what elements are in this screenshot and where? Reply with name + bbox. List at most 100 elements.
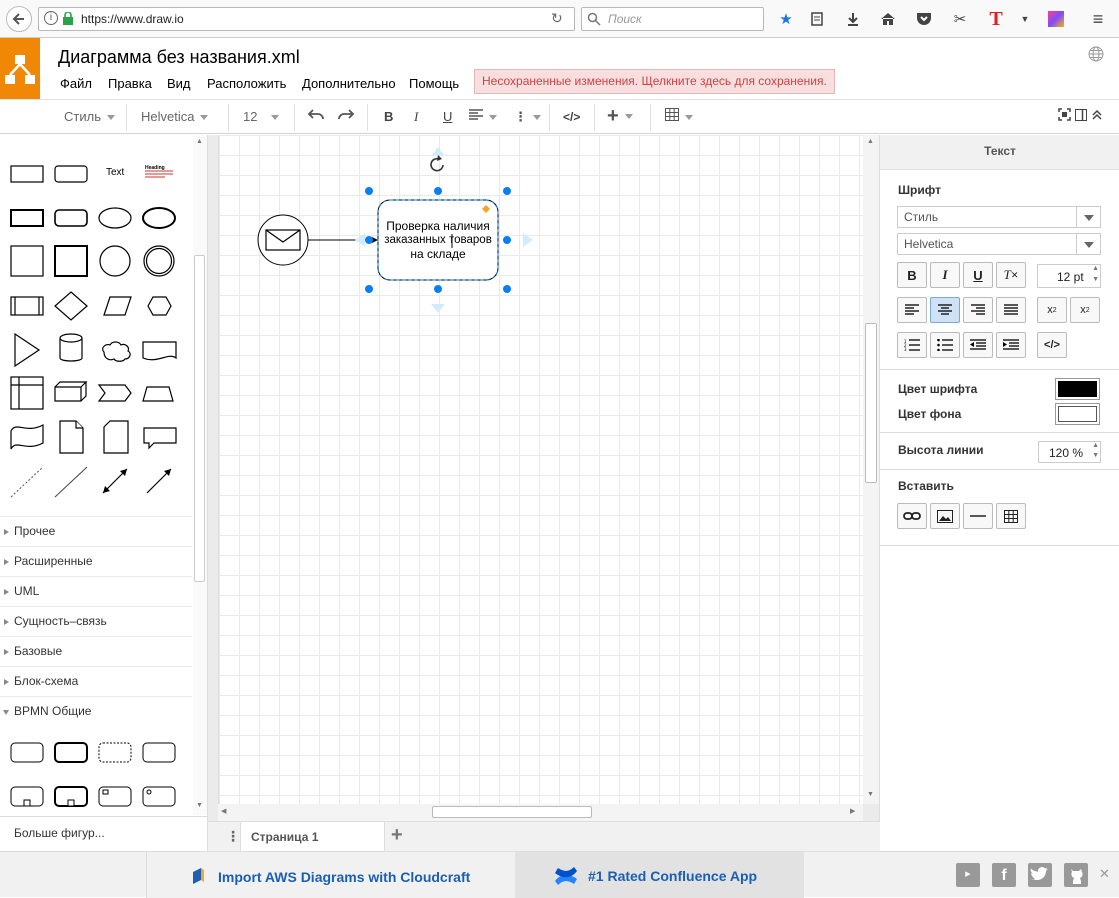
url-bar[interactable]: i https://www.draw.io ↻ (38, 7, 575, 31)
bold-icon[interactable]: B (384, 107, 393, 127)
pocket-icon[interactable] (913, 8, 935, 30)
insert-image-button[interactable] (930, 503, 960, 529)
font-color-swatch[interactable] (1055, 378, 1100, 400)
section-bpmn-general[interactable]: BPMN Общие (0, 696, 192, 726)
back-button[interactable] (6, 6, 32, 32)
tab-text[interactable]: Текст (880, 135, 1119, 170)
heading-shape[interactable]: Heading (145, 165, 165, 171)
italic-button[interactable]: I (930, 262, 960, 288)
bullet-list-button[interactable] (930, 332, 960, 358)
underline-button[interactable]: U (963, 262, 993, 288)
hamburger-menu-icon[interactable]: ≡ (1087, 8, 1109, 30)
reload-icon[interactable]: ↻ (551, 10, 563, 27)
selected-shape-text[interactable]: Проверка наличия заказанных товаров на с… (378, 219, 498, 261)
page-tab-current[interactable]: Страница 1 (240, 822, 385, 851)
font-family-select[interactable]: Helvetica (897, 233, 1101, 255)
sidebar-scrollbar[interactable]: ▲ ▼ (193, 135, 207, 815)
globe-icon[interactable] (1088, 46, 1104, 65)
diagram-layer[interactable] (219, 135, 864, 804)
home-icon[interactable] (877, 8, 899, 30)
fullscreen-icon[interactable] (1058, 107, 1071, 127)
menu-help[interactable]: Помощь (409, 76, 459, 91)
confluence-ad[interactable]: #1 Rated Confluence App (515, 852, 804, 898)
stepper-up-icon[interactable]: ▲ (1092, 265, 1099, 272)
superscript-button[interactable]: x2 (1070, 297, 1100, 323)
section-flowchart[interactable]: Блок-схема (0, 666, 192, 696)
scroll-down-arrow-icon[interactable]: ▼ (196, 802, 203, 809)
numbered-list-button[interactable]: 123 (897, 332, 927, 358)
add-page-button[interactable]: + (391, 824, 403, 847)
download-icon[interactable] (842, 8, 864, 30)
github-icon[interactable] (1064, 863, 1088, 887)
menu-arrange[interactable]: Расположить (207, 76, 286, 91)
screenshot-icon[interactable]: ✂ (949, 8, 971, 30)
scroll-up-arrow-icon[interactable]: ▲ (196, 138, 203, 145)
italic-icon[interactable]: I (414, 107, 418, 127)
undo-icon[interactable] (307, 107, 325, 127)
twitter-icon[interactable] (1028, 863, 1052, 887)
scroll-up-arrow-icon[interactable]: ▲ (867, 138, 874, 145)
scroll-down-arrow-icon[interactable]: ▼ (867, 791, 874, 798)
canvas-vertical-scrollbar[interactable]: ▲ ▼ (863, 135, 879, 804)
unsaved-changes-notice[interactable]: Несохраненные изменения. Щелкните здесь … (474, 69, 835, 94)
text-extension-icon[interactable]: T (985, 8, 1007, 30)
font-dropdown[interactable]: Helvetica (141, 107, 209, 127)
html-button[interactable]: </> (1037, 332, 1067, 358)
youtube-icon[interactable]: ▶ (956, 863, 980, 887)
cloudcraft-ad[interactable]: Import AWS Diagrams with Cloudcraft (146, 852, 515, 898)
stepper-down-icon[interactable]: ▼ (1092, 452, 1099, 459)
collapse-chevron-icon[interactable] (1091, 107, 1103, 127)
general-shapes-palette[interactable] (0, 135, 192, 515)
html-code-icon[interactable]: </> (563, 107, 580, 127)
underline-icon[interactable]: U (443, 107, 452, 127)
bold-button[interactable]: B (897, 262, 927, 288)
more-options-dropdown[interactable]: ⋮ (514, 107, 541, 127)
reading-list-icon[interactable] (806, 8, 828, 30)
align-right-button[interactable] (963, 297, 993, 323)
menu-extras[interactable]: Дополнительно (302, 76, 396, 91)
facebook-icon[interactable]: f (992, 863, 1016, 887)
section-basic[interactable]: Базовые (0, 636, 192, 666)
align-dropdown[interactable] (469, 107, 497, 127)
page-menu-icon[interactable]: ⋮ (226, 828, 240, 845)
clear-format-button[interactable]: T ✕ (996, 262, 1026, 288)
more-shapes-link[interactable]: Больше фигур... (0, 816, 208, 851)
stepper-up-icon[interactable]: ▲ (1092, 442, 1099, 449)
section-misc[interactable]: Прочее (0, 516, 192, 546)
insert-table-button[interactable] (996, 503, 1026, 529)
scroll-right-arrow-icon[interactable]: ▶ (850, 807, 855, 815)
style-dropdown[interactable]: Стиль (64, 107, 115, 127)
insert-link-button[interactable] (897, 503, 927, 529)
section-entity-relation[interactable]: Сущность–связь (0, 606, 192, 636)
text-style-select[interactable]: Стиль (897, 206, 1101, 228)
menu-edit[interactable]: Правка (108, 76, 152, 91)
format-panel-icon[interactable] (1075, 107, 1087, 127)
insert-horizontal-rule-button[interactable] (963, 503, 993, 529)
search-bar[interactable]: Поиск (581, 7, 764, 31)
justify-button[interactable] (996, 297, 1026, 323)
close-icon[interactable]: ✕ (1099, 866, 1110, 882)
bookmark-star-icon[interactable]: ★ (775, 8, 797, 30)
sidebar-scroll-thumb[interactable] (194, 255, 205, 582)
subscript-button[interactable]: x2 (1037, 297, 1067, 323)
canvas-hscroll-thumb[interactable] (432, 806, 592, 818)
menu-file[interactable]: Файл (60, 76, 92, 91)
section-uml[interactable]: UML (0, 576, 192, 606)
menu-view[interactable]: Вид (167, 76, 191, 91)
indent-button[interactable] (996, 332, 1026, 358)
theme-extension-icon[interactable] (1045, 8, 1067, 30)
align-center-button[interactable] (930, 297, 960, 323)
background-color-swatch[interactable] (1055, 403, 1100, 425)
redo-icon[interactable] (337, 107, 355, 127)
align-left-button[interactable] (897, 297, 927, 323)
line-height-field[interactable]: 120 % ▲ ▼ (1038, 441, 1101, 463)
stepper-down-icon[interactable]: ▼ (1092, 276, 1099, 283)
outdent-button[interactable] (963, 332, 993, 358)
scroll-left-arrow-icon[interactable]: ◀ (221, 807, 226, 815)
diagram-canvas[interactable]: Проверка наличия заказанных товаров на с… (218, 135, 863, 804)
insert-plus-dropdown[interactable]: + (607, 106, 633, 127)
table-dropdown[interactable] (665, 107, 693, 127)
canvas-horizontal-scrollbar[interactable]: ◀ ▶ (218, 804, 863, 821)
drawio-logo[interactable] (0, 38, 40, 99)
bpmn-shapes-palette[interactable] (0, 726, 192, 816)
